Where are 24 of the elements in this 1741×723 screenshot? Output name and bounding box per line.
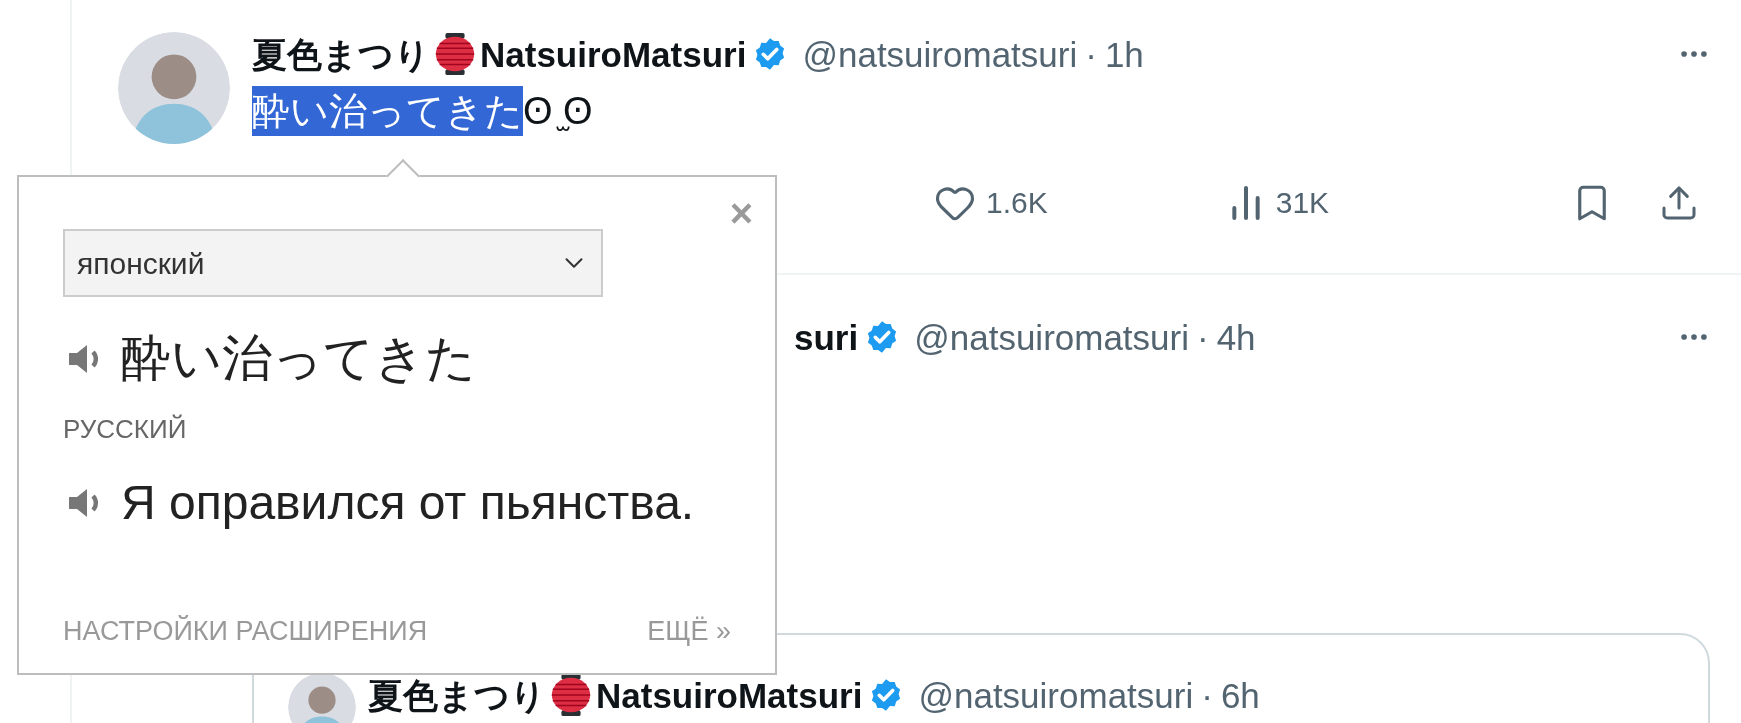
translation-text: Я оправился от пьянства. [121, 475, 695, 531]
post-text: 酔い治ってきた [252, 86, 523, 136]
display-name[interactable]: suri [794, 319, 859, 355]
target-language-label: РУССКИЙ [63, 413, 188, 446]
avatar[interactable] [118, 32, 230, 144]
post-time[interactable]: 6h [1220, 677, 1260, 713]
user-handle[interactable]: @natsuiromatsuri [918, 677, 1194, 713]
display-name[interactable]: NatsuiroMatsuri [480, 36, 747, 72]
display-name[interactable]: 夏色まつり [368, 677, 546, 713]
user-handle[interactable]: @natsuiromatsuri [914, 319, 1189, 355]
user-handle[interactable]: @natsuiromatsuri [802, 36, 1078, 72]
language-dropdown[interactable]: японский [63, 229, 603, 297]
avatar[interactable] [288, 673, 356, 723]
dot-separator: · [1085, 36, 1097, 72]
dot-separator: · [1201, 677, 1213, 713]
post-time[interactable]: 1h [1104, 36, 1144, 72]
view-count: 31K [1275, 185, 1330, 221]
dot-separator: · [1197, 319, 1209, 355]
source-text: 酔い治ってきた [121, 329, 476, 388]
display-name[interactable]: NatsuiroMatsuri [596, 677, 863, 713]
like-count: 1.6K [986, 185, 1048, 221]
post-text: ʘ ̫ʘ [523, 89, 593, 134]
post-time[interactable]: 4h [1216, 319, 1256, 355]
display-name[interactable]: 夏色まつり [252, 36, 430, 72]
